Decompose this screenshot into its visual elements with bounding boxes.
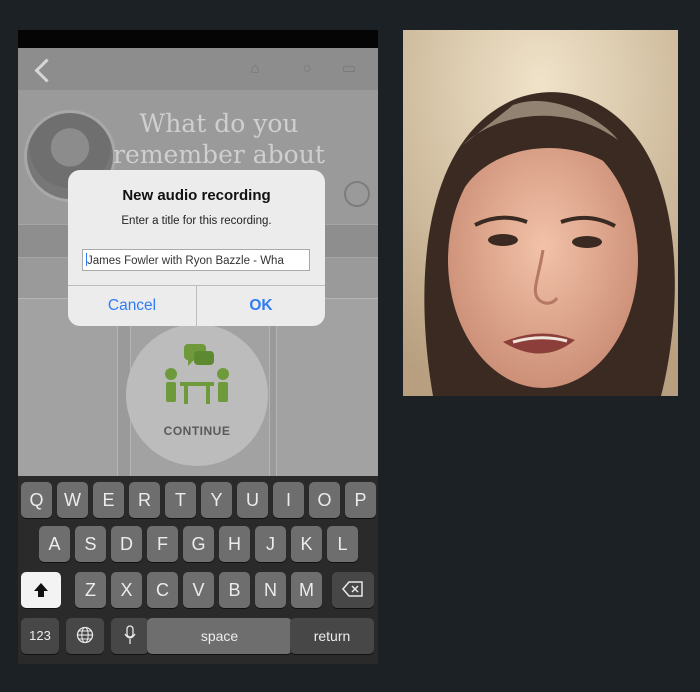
back-chevron-icon[interactable]	[34, 58, 59, 83]
microphone-icon	[124, 625, 136, 644]
person-video-frame	[403, 30, 678, 396]
continue-button[interactable]: CONTINUE	[126, 324, 268, 466]
dialog-title: New audio recording	[122, 187, 271, 204]
status-bar	[18, 30, 378, 48]
dictation-key[interactable]	[111, 618, 149, 654]
key-e[interactable]: E	[93, 482, 124, 518]
key-u[interactable]: U	[237, 482, 268, 518]
backspace-icon	[342, 581, 363, 597]
key-w[interactable]: W	[57, 482, 88, 518]
key-i[interactable]: I	[273, 482, 304, 518]
key-p[interactable]: P	[345, 482, 376, 518]
key-t[interactable]: T	[165, 482, 196, 518]
key-c[interactable]: C	[147, 572, 178, 608]
key-g[interactable]: G	[183, 526, 214, 562]
space-key[interactable]: space	[147, 618, 292, 654]
phone-screen: ⌂ ○ ▭ What do you remember about CONTINU…	[18, 30, 378, 664]
recording-title-input[interactable]: James Fowler with Ryon Bazzle - Wha	[82, 249, 310, 271]
key-j[interactable]: J	[255, 526, 286, 562]
key-b[interactable]: B	[219, 572, 250, 608]
delete-key[interactable]	[332, 572, 374, 608]
home-icon[interactable]: ⌂	[246, 60, 264, 78]
key-x[interactable]: X	[111, 572, 142, 608]
interview-icon	[165, 344, 229, 404]
continue-label: CONTINUE	[163, 424, 231, 438]
keyboard: Q W E R T Y U I O P A S D F G H J K L Z …	[18, 476, 378, 664]
recording-title-value: James Fowler with Ryon Bazzle - Wha	[87, 255, 284, 267]
key-y[interactable]: Y	[201, 482, 232, 518]
info-circle-icon[interactable]	[344, 181, 370, 207]
search-icon[interactable]: ○	[298, 60, 316, 78]
shift-arrow-icon	[34, 583, 48, 597]
key-m[interactable]: M	[291, 572, 322, 608]
key-o[interactable]: O	[309, 482, 340, 518]
return-key[interactable]: return	[290, 618, 374, 654]
nav-bar: ⌂ ○ ▭	[18, 48, 378, 90]
key-q[interactable]: Q	[21, 482, 52, 518]
key-h[interactable]: H	[219, 526, 250, 562]
key-a[interactable]: A	[39, 526, 70, 562]
key-n[interactable]: N	[255, 572, 286, 608]
key-r[interactable]: R	[129, 482, 160, 518]
numbers-key[interactable]: 123	[21, 618, 59, 654]
key-d[interactable]: D	[111, 526, 142, 562]
cancel-button[interactable]: Cancel	[68, 286, 196, 326]
page-title: What do you remember about	[113, 109, 325, 169]
webcam-video	[403, 30, 678, 396]
key-l[interactable]: L	[327, 526, 358, 562]
key-k[interactable]: K	[291, 526, 322, 562]
key-f[interactable]: F	[147, 526, 178, 562]
ok-button[interactable]: OK	[197, 286, 325, 326]
shift-key[interactable]	[21, 572, 61, 608]
key-s[interactable]: S	[75, 526, 106, 562]
key-v[interactable]: V	[183, 572, 214, 608]
audio-recording-dialog: New audio recording Enter a title for th…	[68, 170, 325, 326]
globe-icon	[76, 626, 94, 644]
key-z[interactable]: Z	[75, 572, 106, 608]
dialog-message: Enter a title for this recording.	[121, 215, 272, 227]
globe-key[interactable]	[66, 618, 104, 654]
inbox-icon[interactable]: ▭	[340, 60, 358, 78]
